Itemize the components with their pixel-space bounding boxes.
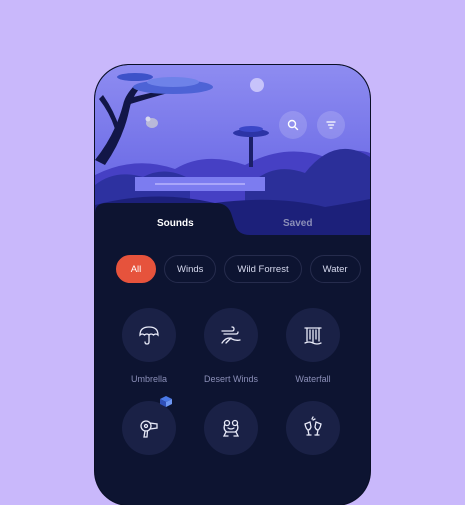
sound-item-cheers[interactable] xyxy=(273,401,353,467)
search-icon[interactable] xyxy=(279,111,307,139)
hair-dryer-icon xyxy=(140,420,158,438)
hero-illustration xyxy=(95,65,370,240)
sound-item-frog[interactable] xyxy=(191,401,271,467)
filter-chip-water[interactable]: Water xyxy=(309,255,361,283)
filter-icon[interactable] xyxy=(317,111,345,139)
sound-item-waterfall[interactable]: Waterfall xyxy=(273,308,353,384)
waterfall-icon xyxy=(304,327,322,345)
sound-label: Waterfall xyxy=(295,374,331,384)
tab-saved[interactable]: Saved xyxy=(283,218,312,229)
sparkle-icon xyxy=(160,396,172,407)
frog-icon xyxy=(222,419,240,437)
filter-chip-wild-forrest[interactable]: Wild Forrest xyxy=(224,255,302,283)
sound-item-hair-dryer[interactable] xyxy=(109,396,189,467)
phone-screen: Sounds Saved All Winds Wild Forrest Wate… xyxy=(95,65,370,505)
sound-item-umbrella[interactable]: Umbrella xyxy=(109,308,189,384)
tab-sounds[interactable]: Sounds xyxy=(157,218,194,229)
sound-label: Umbrella xyxy=(130,374,167,384)
desert-winds-icon xyxy=(221,326,241,344)
sound-item-desert-winds[interactable]: Desert Winds xyxy=(191,308,271,384)
filter-chips: All Winds Wild Forrest Water xyxy=(116,255,361,285)
umbrella-icon xyxy=(139,326,159,345)
filter-chip-all[interactable]: All xyxy=(116,255,156,283)
cheers-glasses-icon xyxy=(304,416,322,436)
filter-chip-winds[interactable]: Winds xyxy=(164,255,217,283)
sound-label: Desert Winds xyxy=(203,374,258,384)
